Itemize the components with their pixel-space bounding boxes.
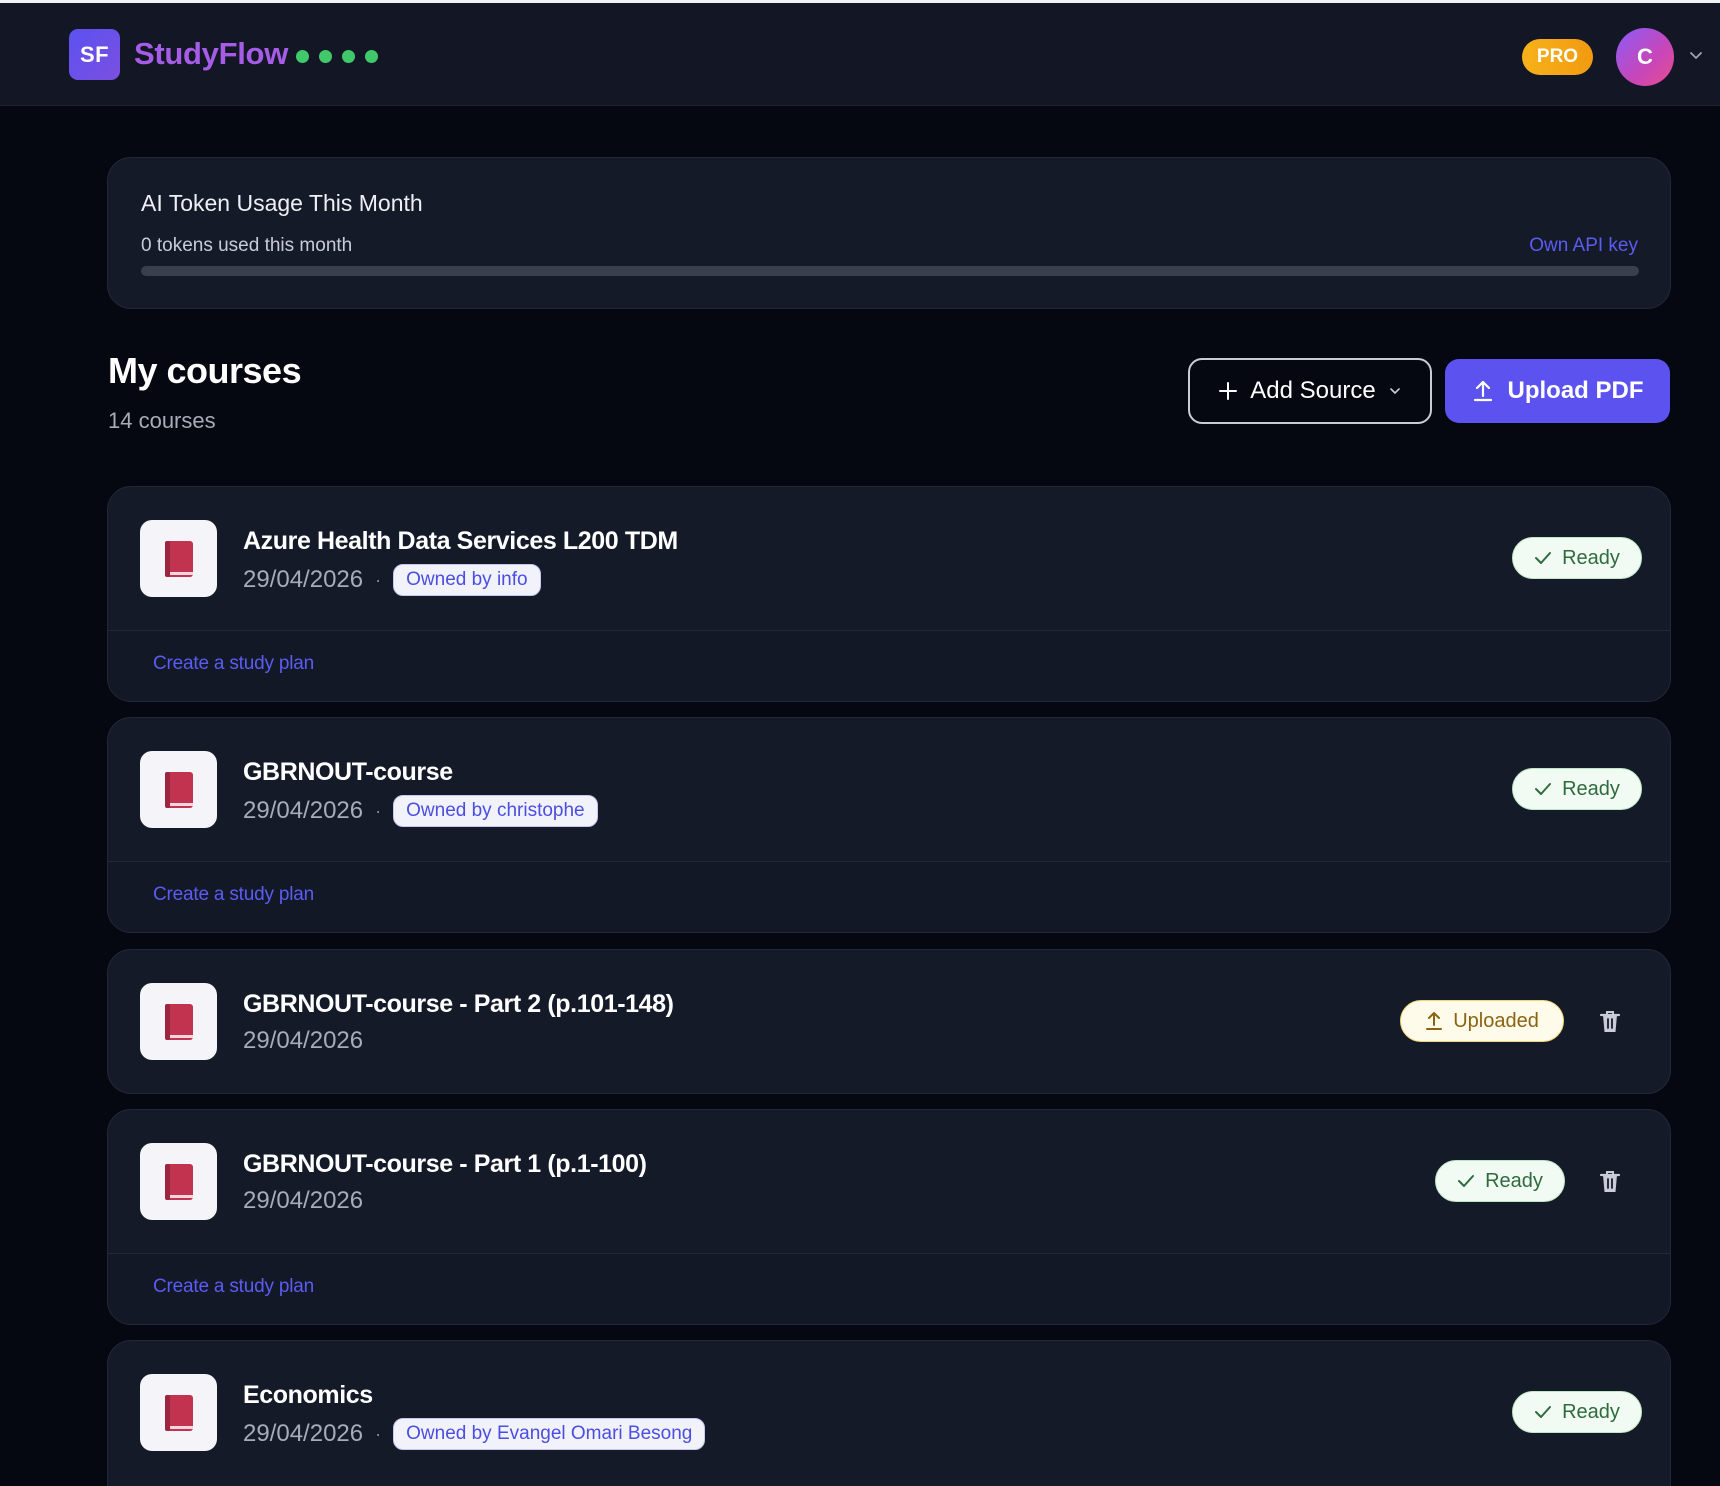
- plus-icon: [1219, 382, 1238, 400]
- course-card[interactable]: Azure Health Data Services L200 TDM 29/0…: [107, 486, 1671, 702]
- course-thumbnail: [140, 983, 217, 1060]
- status-badge: Ready: [1512, 537, 1642, 579]
- course-card[interactable]: Economics 29/04/2026 · Owned by Evangel …: [107, 1340, 1671, 1486]
- meta-separator: ·: [375, 569, 382, 590]
- usage-subtitle: 0 tokens used this month: [141, 235, 353, 256]
- meta-separator: ·: [375, 1423, 382, 1444]
- course-footer: Create a study plan: [108, 630, 1670, 701]
- course-date: 29/04/2026: [243, 1027, 364, 1054]
- status-label: Ready: [1562, 546, 1620, 569]
- status-label: Ready: [1562, 1400, 1620, 1423]
- pro-plan-badge[interactable]: PRO: [1522, 39, 1593, 75]
- course-date: 29/04/2026: [243, 1420, 364, 1447]
- own-api-key-link[interactable]: Own API key: [1529, 235, 1638, 257]
- upload-pdf-label: Upload PDF: [1507, 377, 1644, 404]
- course-date: 29/04/2026: [243, 1187, 364, 1214]
- status-badge: Ready: [1435, 1160, 1565, 1202]
- usage-title: AI Token Usage This Month: [141, 190, 423, 216]
- user-avatar[interactable]: C: [1616, 28, 1674, 86]
- trash-icon[interactable]: [1598, 1169, 1622, 1195]
- book-icon: [164, 540, 193, 577]
- page-title: My courses: [108, 350, 302, 391]
- add-source-button[interactable]: Add Source: [1188, 358, 1432, 424]
- add-source-label: Add Source: [1250, 377, 1376, 404]
- create-study-plan-link[interactable]: Create a study plan: [153, 1276, 314, 1298]
- book-icon: [164, 1394, 193, 1431]
- upload-pdf-button[interactable]: Upload PDF: [1445, 359, 1670, 423]
- course-title[interactable]: GBRNOUT-course: [243, 758, 453, 787]
- course-meta: 29/04/2026: [243, 1027, 363, 1055]
- book-icon: [164, 1163, 193, 1200]
- course-thumbnail: [140, 751, 217, 828]
- course-thumbnail: [140, 1374, 217, 1451]
- course-meta: 29/04/2026 · Owned by Evangel Omari Beso…: [243, 1418, 706, 1450]
- course-meta: 29/04/2026 · Owned by christophe: [243, 795, 598, 827]
- status-dot: [296, 50, 309, 63]
- book-icon: [164, 1003, 193, 1040]
- status-dot: [319, 50, 332, 63]
- status-badge: Ready: [1512, 1391, 1642, 1433]
- status-label: Ready: [1562, 777, 1620, 800]
- brand-name[interactable]: StudyFlow: [134, 33, 288, 75]
- meta-separator: ·: [375, 800, 382, 821]
- course-footer: Create a study plan: [108, 861, 1670, 932]
- upload-icon: [1426, 1012, 1443, 1030]
- logo-text: SF: [79, 41, 110, 67]
- course-card[interactable]: GBRNOUT-course 29/04/2026 · Owned by chr…: [107, 717, 1671, 933]
- check-icon: [1535, 1406, 1552, 1418]
- upload-icon: [1473, 380, 1492, 402]
- course-title[interactable]: GBRNOUT-course - Part 2 (p.101-148): [243, 990, 674, 1019]
- avatar-initial: C: [1637, 44, 1653, 69]
- status-label: Ready: [1485, 1169, 1543, 1192]
- top-navigation-bar: SF StudyFlow PRO C: [0, 0, 1720, 106]
- course-thumbnail: [140, 520, 217, 597]
- check-icon: [1535, 783, 1552, 795]
- book-icon: [164, 771, 193, 808]
- status-badge: Uploaded: [1400, 1000, 1564, 1042]
- course-footer: Create a study plan: [108, 1253, 1670, 1324]
- status-label: Uploaded: [1453, 1009, 1539, 1032]
- usage-progress-bar: [141, 266, 1639, 276]
- course-title[interactable]: Economics: [243, 1381, 373, 1410]
- course-card[interactable]: GBRNOUT-course - Part 2 (p.101-148) 29/0…: [107, 949, 1671, 1094]
- course-title[interactable]: Azure Health Data Services L200 TDM: [243, 527, 678, 556]
- check-icon: [1458, 1175, 1475, 1187]
- course-meta: 29/04/2026 · Owned by info: [243, 564, 541, 596]
- owner-badge: Owned by info: [393, 564, 541, 596]
- status-dot: [342, 50, 355, 63]
- status-dots: [296, 50, 378, 63]
- course-count: 14 courses: [108, 408, 216, 433]
- course-date: 29/04/2026: [243, 566, 364, 593]
- create-study-plan-link[interactable]: Create a study plan: [153, 884, 314, 906]
- chevron-down-icon[interactable]: [1688, 47, 1704, 63]
- create-study-plan-link[interactable]: Create a study plan: [153, 653, 314, 675]
- status-badge: Ready: [1512, 768, 1642, 810]
- owner-badge: Owned by Evangel Omari Besong: [393, 1418, 706, 1450]
- chevron-down-icon: [1389, 388, 1400, 394]
- course-meta: 29/04/2026: [243, 1187, 363, 1215]
- status-dot: [365, 50, 378, 63]
- owner-badge: Owned by christophe: [393, 795, 598, 827]
- course-thumbnail: [140, 1143, 217, 1220]
- course-card[interactable]: GBRNOUT-course - Part 1 (p.1-100) 29/04/…: [107, 1109, 1671, 1325]
- check-icon: [1535, 552, 1552, 564]
- token-usage-card: AI Token Usage This Month 0 tokens used …: [107, 157, 1671, 309]
- app-logo[interactable]: SF: [69, 29, 120, 80]
- trash-icon[interactable]: [1598, 1009, 1622, 1035]
- course-date: 29/04/2026: [243, 797, 364, 824]
- course-title[interactable]: GBRNOUT-course - Part 1 (p.1-100): [243, 1150, 647, 1179]
